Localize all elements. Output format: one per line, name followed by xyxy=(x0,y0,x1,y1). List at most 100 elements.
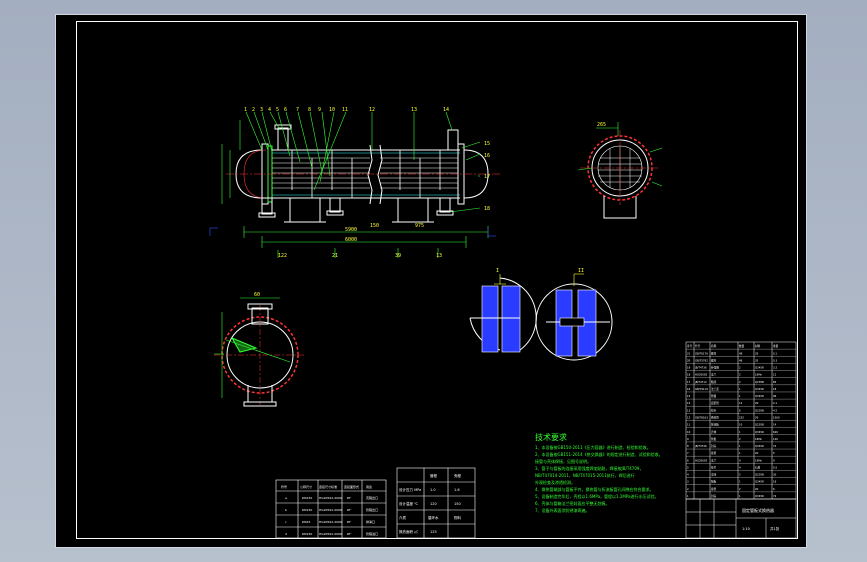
design-label-area: 换热面积 ㎡ xyxy=(399,529,418,534)
balloon-12: 12 xyxy=(369,107,375,113)
parts-cell: Q345R xyxy=(755,430,764,434)
parts-cell: 接管 xyxy=(711,451,717,455)
nozzle-cell: HG20592-2009 xyxy=(319,532,342,536)
parts-cell: 1 xyxy=(739,430,741,434)
parts-cell: 1 xyxy=(739,394,741,398)
tech-line-3: 接管与壳体焊接，见图号说明。 xyxy=(535,458,591,464)
parts-cell: 16Mn xyxy=(755,458,763,462)
parts-cell: 6 xyxy=(687,458,689,462)
parts-cell: 17 xyxy=(687,380,691,384)
parts-cell: 1 xyxy=(739,480,741,484)
parts-cell: 18 xyxy=(773,387,777,391)
parts-cell: 管板 xyxy=(711,437,717,441)
parts-header-cell: 代号 xyxy=(695,344,701,348)
parts-cell: 0.5 xyxy=(773,465,777,469)
parts-cell: 封头 xyxy=(711,494,717,498)
tech-line-9: 6、壳体与管箱法兰密封面应平整无划痕。 xyxy=(535,500,610,506)
design-cell: 120 xyxy=(430,502,437,506)
parts-cell: 2 xyxy=(739,487,741,491)
parts-cell: 1 xyxy=(739,387,741,391)
parts-cell: 2 xyxy=(739,373,741,377)
nozzle-header-use: 用途 xyxy=(366,484,372,489)
balloon-17: 17 xyxy=(484,174,490,180)
parts-cell: 20 xyxy=(687,358,691,362)
tech-line-2: 2、本设备按GB151-2014《热交换器》的规定进行制造、试验和验收。 xyxy=(535,451,663,457)
parts-list-text: 序号 代号 名称 数量 材料 重量21 GB/T6170 螺母 48 35 0.120 GB/T578… xyxy=(687,344,780,498)
nozzle-cell: RF xyxy=(347,496,351,500)
end-view-right xyxy=(577,122,663,219)
balloon-9: 9 xyxy=(318,107,321,113)
nozzle-header-standard: 连接尺寸标准 xyxy=(319,484,337,489)
parts-cell: GB/T6170 xyxy=(695,351,708,355)
design-cell: 1.0 xyxy=(430,488,436,492)
parts-cell: 85 xyxy=(773,380,777,384)
parts-cell: 48 xyxy=(739,351,743,355)
parts-cell: JB/T4736 xyxy=(694,366,707,370)
dim-right-bottom: 39 xyxy=(395,253,401,259)
parts-cell: 鞍座 xyxy=(711,380,717,384)
balloon-5: 5 xyxy=(276,107,279,113)
parts-cell: 6 xyxy=(739,408,741,412)
parts-cell: 隔板 xyxy=(711,480,717,484)
parts-cell: GB/T8163 xyxy=(695,416,708,420)
design-cell: 物料 xyxy=(454,515,462,520)
parts-cell: HG20592 xyxy=(695,373,708,377)
balloon-7: 7 xyxy=(296,107,299,113)
parts-cell: 接管 xyxy=(711,487,717,491)
parts-cell: 0.3 xyxy=(773,358,777,362)
design-label-pressure: 设计压力 MPa xyxy=(399,487,421,492)
parts-cell: 支座 xyxy=(711,473,717,477)
parts-cell: 13 xyxy=(687,408,691,412)
parts-cell: Q345R xyxy=(755,444,764,448)
nozzle-row-c: c xyxy=(285,520,287,524)
parts-cell: 2.1 xyxy=(773,401,777,405)
tech-line-7: 4、换热管端部与管板平齐，换热管与折流板管孔间隙应符合要求。 xyxy=(535,486,654,492)
end-view-top-dim: 265 xyxy=(597,122,606,128)
nozzle-cell: DN25 xyxy=(302,520,310,524)
parts-cell: 1560 xyxy=(773,416,780,420)
nozzle-cell: DN150 xyxy=(302,508,312,512)
detail-ii-label: II xyxy=(578,268,584,274)
parts-cell: 11 xyxy=(687,423,691,427)
parts-cell: 14 xyxy=(687,401,691,405)
parts-cell: 14 xyxy=(773,423,777,427)
nozzle-cell: RF xyxy=(347,532,351,536)
detail-i-label: I xyxy=(496,268,499,274)
parts-cell: 1 xyxy=(739,444,741,448)
nozzle-row-b: b xyxy=(285,508,287,512)
balloon-10: 10 xyxy=(329,107,335,113)
parts-cell: Q235B xyxy=(755,408,764,412)
tech-line-10: 7、设备外表面涂防锈漆两遍。 xyxy=(535,507,590,513)
parts-cell: 10 xyxy=(687,430,691,434)
parts-cell: HG20592 xyxy=(695,458,708,462)
parts-cell: 35 xyxy=(755,358,759,362)
parts-cell: Q345R xyxy=(755,366,764,370)
section-view-left xyxy=(214,297,306,407)
balloon-18: 18 xyxy=(484,206,490,212)
dim-inner: 6000 xyxy=(345,237,357,243)
cad-viewport[interactable]: 1 2 3 4 5 6 7 8 9 10 11 12 13 14 15 16 1… xyxy=(0,0,867,562)
parts-cell: GB/T9119 xyxy=(695,387,708,391)
tech-line-4: 3、管子与管板的连接采用强度焊加贴胀，焊接按JB/T4709， xyxy=(535,465,643,471)
tech-requirements-title: 技术要求 xyxy=(535,432,567,442)
parts-cell: 螺母 xyxy=(711,351,717,355)
parts-header-cell: 名称 xyxy=(711,344,717,348)
dim-mid-bottom: 21 xyxy=(332,253,338,259)
parts-cell: 0.1 xyxy=(773,351,777,355)
parts-cell: 21 xyxy=(687,351,691,355)
dim-right-support: 975 xyxy=(415,223,424,229)
parts-cell: Q345R xyxy=(755,494,764,498)
parts-cell: 9 xyxy=(773,458,775,462)
parts-cell: 折流板 xyxy=(711,423,719,427)
parts-cell: 4 xyxy=(687,473,689,477)
nozzle-cell: RF xyxy=(347,520,351,524)
parts-cell: GB/T5782 xyxy=(695,358,708,362)
parts-cell: 拉杆 xyxy=(711,408,717,412)
parts-cell: 2 xyxy=(739,380,741,384)
parts-cell: 20 xyxy=(755,416,759,420)
parts-cell: JB/T4746 xyxy=(694,444,707,448)
design-label-temp: 设计温度 ℃ xyxy=(399,501,418,506)
parts-cell: 管箱 xyxy=(711,394,717,398)
parts-cell: 封头 xyxy=(711,444,717,448)
balloon-15: 15 xyxy=(484,141,490,147)
